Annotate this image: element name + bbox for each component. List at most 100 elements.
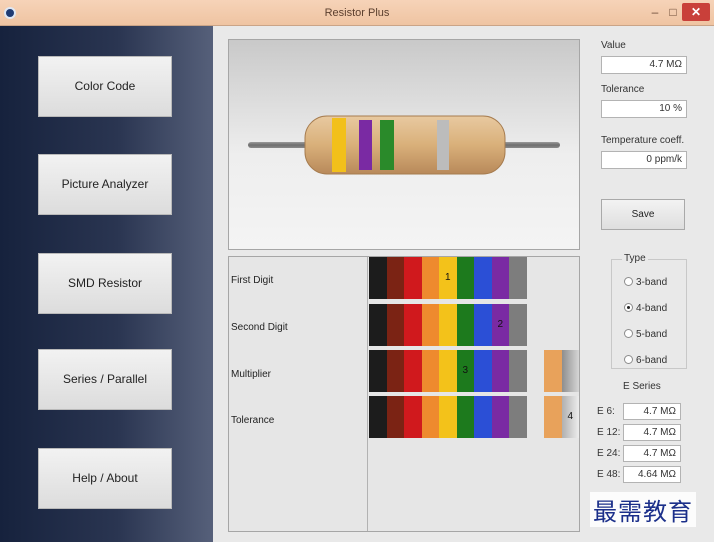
band-selector: First Digit 1 Second Digit 2 Multiplier … [228,256,580,532]
swatch-red[interactable] [404,350,422,392]
title-bar: Resistor Plus – □ ✕ [0,0,714,26]
color-code-button[interactable]: Color Code [38,56,172,117]
swatch-blue[interactable] [474,304,492,346]
radio-selected-icon [624,303,633,312]
second-digit-swatches: 2 [369,304,544,346]
type-option-5band[interactable]: 5-band [624,329,667,340]
selected-marker: 2 [497,319,504,330]
tolerance-band-label: Tolerance [231,415,275,426]
swatch-violet[interactable] [491,257,509,299]
picture-analyzer-button[interactable]: Picture Analyzer [38,154,172,215]
resistor-illustration [248,115,560,175]
type-option-6band[interactable]: 6-band [624,355,667,366]
swatch-green[interactable] [456,396,474,438]
e48-value: 4.64 MΩ [623,466,681,483]
swatch-gray[interactable] [509,257,527,299]
window-title: Resistor Plus [324,7,390,19]
temperature-field[interactable]: 0 ppm/k [601,151,687,169]
type-option-3band[interactable]: 3-band [624,277,667,288]
type-title: Type [622,253,648,264]
e12-label: E 12: [597,427,621,438]
e6-value: 4.7 MΩ [623,403,681,420]
radio-icon [624,329,633,338]
swatch-gold[interactable] [544,350,562,392]
swatch-white[interactable] [526,257,544,299]
swatch-blue[interactable] [474,350,492,392]
second-digit-label: Second Digit [231,322,288,333]
e24-value: 4.7 MΩ [623,445,681,462]
first-digit-label: First Digit [231,275,274,286]
band-divider [367,257,368,531]
swatch-green[interactable]: 3 [456,350,474,392]
selected-marker: 3 [462,365,469,376]
multiplier-label: Multiplier [231,369,272,380]
swatch-violet[interactable] [491,350,509,392]
value-field[interactable]: 4.7 MΩ [601,56,687,74]
swatch-black[interactable] [369,396,387,438]
e-series-title: E Series [623,381,661,392]
resistor-preview [228,39,580,250]
swatch-green[interactable] [456,257,474,299]
close-button[interactable]: ✕ [682,3,710,21]
swatch-gray[interactable] [509,396,527,438]
temperature-label: Temperature coeff. [601,135,685,146]
main-panel: Value 4.7 MΩ Tolerance 10 % Temperature … [213,26,714,542]
watermark-text: 最需教育 [590,492,696,527]
swatch-yellow[interactable] [439,304,457,346]
swatch-brown[interactable] [386,350,404,392]
swatch-white[interactable] [526,396,544,438]
maximize-button[interactable]: □ [664,3,682,21]
resistor-band-1 [332,118,346,172]
help-about-button[interactable]: Help / About [38,448,172,509]
swatch-green[interactable] [456,304,474,346]
minimize-button[interactable]: – [646,3,664,21]
resistor-band-3 [380,120,394,170]
swatch-white[interactable] [526,350,544,392]
swatch-black[interactable] [369,350,387,392]
swatch-yellow[interactable] [439,350,457,392]
swatch-brown[interactable] [386,304,404,346]
resistor-band-4 [437,120,449,170]
swatch-orange[interactable] [421,350,439,392]
swatch-orange[interactable] [421,257,439,299]
first-digit-swatches: 1 [369,257,544,299]
swatch-yellow[interactable]: 1 [439,257,457,299]
swatch-black[interactable] [369,304,387,346]
swatch-brown[interactable] [386,257,404,299]
value-label: Value [601,40,626,51]
e48-label: E 48: [597,469,621,480]
swatch-gray[interactable] [509,304,527,346]
type-group: Type 3-band 4-band 5-band 6-band [611,253,687,369]
swatch-silver[interactable]: 4 [561,396,579,438]
swatch-blue[interactable] [474,396,492,438]
e6-label: E 6: [597,406,615,417]
swatch-black[interactable] [369,257,387,299]
swatch-violet[interactable]: 2 [491,304,509,346]
swatch-red[interactable] [404,396,422,438]
swatch-orange[interactable] [421,304,439,346]
swatch-blue[interactable] [474,257,492,299]
series-parallel-button[interactable]: Series / Parallel [38,349,172,410]
save-button[interactable]: Save [601,199,685,230]
multiplier-swatches: 3 [369,350,579,392]
smd-resistor-button[interactable]: SMD Resistor [38,253,172,314]
swatch-orange[interactable] [421,396,439,438]
swatch-brown[interactable] [386,396,404,438]
swatch-gray[interactable] [509,350,527,392]
radio-icon [624,355,633,364]
swatch-red[interactable] [404,257,422,299]
swatch-violet[interactable] [491,396,509,438]
swatch-red[interactable] [404,304,422,346]
swatch-white[interactable] [526,304,544,346]
type-option-4band[interactable]: 4-band [624,303,667,314]
tolerance-label: Tolerance [601,84,645,95]
e12-value: 4.7 MΩ [623,424,681,441]
e24-label: E 24: [597,448,621,459]
swatch-yellow[interactable] [439,396,457,438]
selected-marker: 4 [567,411,574,422]
radio-icon [624,277,633,286]
tolerance-field[interactable]: 10 % [601,100,687,118]
swatch-gold[interactable] [544,396,562,438]
resistor-band-2 [359,120,372,170]
swatch-silver[interactable] [561,350,579,392]
